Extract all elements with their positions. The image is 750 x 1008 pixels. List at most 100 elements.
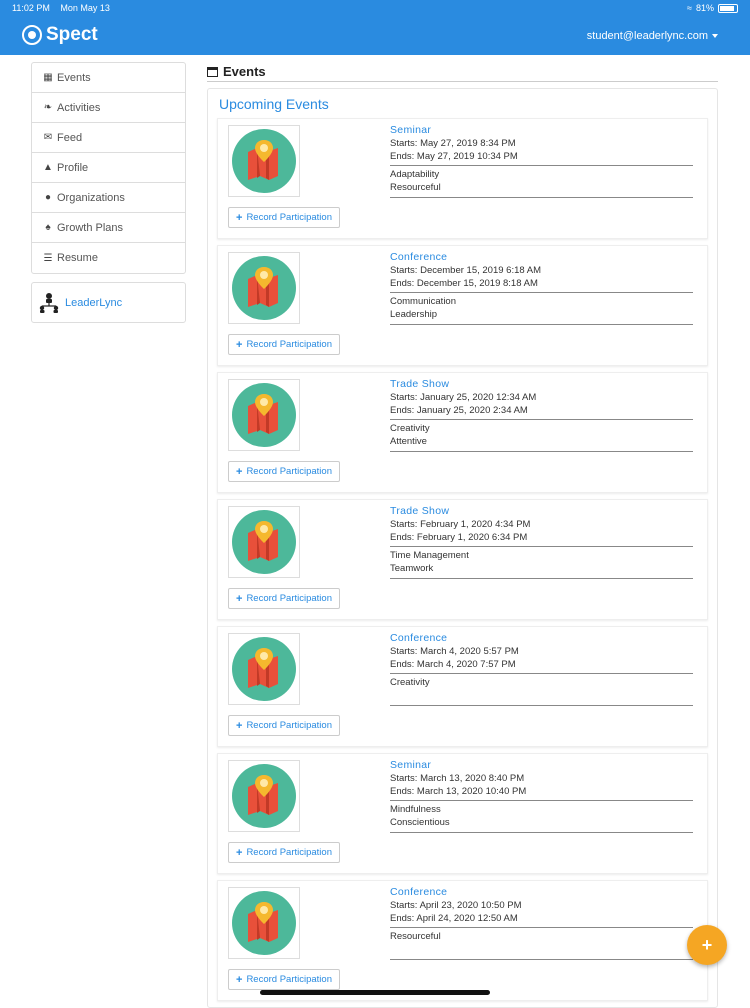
event-starts: Starts: May 27, 2019 8:34 PM bbox=[390, 138, 516, 149]
spect-logo-icon bbox=[22, 25, 42, 45]
event-thumbnail bbox=[228, 760, 300, 832]
home-indicator bbox=[260, 990, 490, 995]
event-info: Conference Starts: March 4, 2020 5:57 PM E… bbox=[390, 632, 693, 706]
event-map-icon bbox=[232, 256, 296, 320]
sidebar-item-growth-plans[interactable]: ♠ Growth Plans bbox=[32, 213, 185, 243]
event-map-icon bbox=[232, 637, 296, 701]
brand-name: Spect bbox=[46, 24, 98, 45]
event-type-link[interactable]: Trade Show bbox=[390, 378, 693, 391]
event-ends: Ends: April 24, 2020 12:50 AM bbox=[390, 913, 518, 924]
event-info: Seminar Starts: May 27, 2019 8:34 PM Ends:… bbox=[390, 124, 693, 198]
event-starts: Starts: March 4, 2020 5:57 PM bbox=[390, 646, 519, 657]
event-dates: Starts: March 4, 2020 5:57 PM Ends: March… bbox=[390, 645, 693, 674]
event-starts: Starts: February 1, 2020 4:34 PM bbox=[390, 519, 531, 530]
plus-icon: + bbox=[236, 719, 243, 732]
event-card: Trade Show Starts: February 1, 2020 4:34 … bbox=[217, 499, 708, 620]
skill-item: Attentive bbox=[390, 436, 427, 447]
sidebar-nav: ▦ Events ❧ Activities ✉ Feed ▲ Profile ● Organiza… bbox=[31, 62, 186, 274]
event-info: Conference Starts: April 23, 2020 10:50 P… bbox=[390, 886, 693, 960]
sidebar-item-profile[interactable]: ▲ Profile bbox=[32, 153, 185, 183]
top-bar: 11:02 PM Mon May 13 ≈ 81% Spect student@… bbox=[0, 0, 750, 55]
sidebar-org-leaderlync[interactable]: LeaderLync bbox=[31, 282, 186, 323]
event-ends: Ends: May 27, 2019 10:34 PM bbox=[390, 151, 518, 162]
org-label: LeaderLync bbox=[65, 296, 123, 309]
event-ends: Ends: December 15, 2019 8:18 AM bbox=[390, 278, 538, 289]
event-skills: Resourceful bbox=[390, 930, 693, 960]
event-type-link[interactable]: Seminar bbox=[390, 759, 693, 772]
event-type-link[interactable]: Trade Show bbox=[390, 505, 693, 518]
plus-icon: + bbox=[236, 211, 243, 224]
event-skills: Creativity Attentive bbox=[390, 422, 693, 452]
plus-icon: + bbox=[236, 846, 243, 859]
brand[interactable]: Spect bbox=[22, 24, 98, 46]
calendar-icon: ▦ bbox=[43, 72, 53, 83]
user-email: student@leaderlync.com bbox=[586, 30, 708, 42]
record-participation-button[interactable]: + Record Participation bbox=[228, 207, 340, 228]
event-type-link[interactable]: Conference bbox=[390, 632, 693, 645]
event-card: Conference Starts: December 15, 2019 6:18… bbox=[217, 245, 708, 366]
user-menu[interactable]: student@leaderlync.com bbox=[587, 30, 718, 42]
event-info: Conference Starts: December 15, 2019 6:18… bbox=[390, 251, 693, 325]
wifi-icon: ≈ bbox=[687, 3, 692, 13]
sidebar-item-resume[interactable]: ☰ Resume bbox=[32, 243, 185, 273]
status-time: 11:02 PM bbox=[12, 3, 50, 13]
event-starts: Starts: April 23, 2020 10:50 PM bbox=[390, 900, 522, 911]
plus-icon: + bbox=[236, 592, 243, 605]
event-starts: Starts: December 15, 2019 6:18 AM bbox=[390, 265, 542, 276]
skill-item: Conscientious bbox=[390, 817, 450, 828]
skill-item: Creativity bbox=[390, 423, 430, 434]
event-ends: Ends: March 4, 2020 7:57 PM bbox=[390, 659, 516, 670]
skill-item: Resourceful bbox=[390, 931, 441, 942]
battery-percent: 81% bbox=[695, 3, 714, 13]
record-participation-button[interactable]: + Record Participation bbox=[228, 461, 340, 482]
sidebar: ▦ Events ❧ Activities ✉ Feed ▲ Profile ● Organiza… bbox=[31, 62, 186, 323]
record-participation-button[interactable]: + Record Participation bbox=[228, 334, 340, 355]
event-card: Trade Show Starts: January 25, 2020 12:34… bbox=[217, 372, 708, 493]
event-starts: Starts: March 13, 2020 8:40 PM bbox=[390, 773, 525, 784]
add-fab-button[interactable]: + bbox=[687, 925, 727, 965]
event-thumbnail bbox=[228, 506, 300, 578]
record-participation-button[interactable]: + Record Participation bbox=[228, 969, 340, 990]
tree-icon: ♠ bbox=[45, 222, 51, 233]
record-participation-button[interactable]: + Record Participation bbox=[228, 588, 340, 609]
event-card: Seminar Starts: May 27, 2019 8:34 PM Ends:… bbox=[217, 118, 708, 239]
event-ends: Ends: January 25, 2020 2:34 AM bbox=[390, 405, 528, 416]
skill-item: Mindfulness bbox=[390, 804, 441, 815]
sidebar-item-feed[interactable]: ✉ Feed bbox=[32, 123, 185, 153]
sidebar-item-label: Profile bbox=[57, 161, 89, 174]
event-ends: Ends: March 13, 2020 10:40 PM bbox=[390, 786, 527, 797]
event-type-link[interactable]: Seminar bbox=[390, 124, 693, 137]
event-info: Trade Show Starts: February 1, 2020 4:34 … bbox=[390, 505, 693, 579]
event-dates: Starts: March 13, 2020 8:40 PM Ends: Marc… bbox=[390, 772, 693, 801]
calendar-icon bbox=[207, 66, 218, 77]
record-participation-button[interactable]: + Record Participation bbox=[228, 715, 340, 736]
record-participation-button[interactable]: + Record Participation bbox=[228, 842, 340, 863]
event-dates: Starts: December 15, 2019 6:18 AM Ends: D… bbox=[390, 264, 693, 293]
leaf-icon: ❧ bbox=[43, 102, 53, 113]
record-participation-label: Record Participation bbox=[246, 720, 332, 731]
sidebar-item-label: Activities bbox=[57, 101, 101, 114]
status-bar: 11:02 PM Mon May 13 bbox=[12, 3, 118, 13]
skill-item: Time Management bbox=[390, 550, 469, 561]
sidebar-item-events[interactable]: ▦ Events bbox=[32, 63, 185, 93]
event-map-icon bbox=[232, 510, 296, 574]
event-skills: Creativity bbox=[390, 676, 693, 706]
sidebar-item-organizations[interactable]: ● Organizations bbox=[32, 183, 185, 213]
plus-icon: + bbox=[236, 973, 243, 986]
record-participation-label: Record Participation bbox=[246, 593, 332, 604]
event-map-icon bbox=[232, 129, 296, 193]
sidebar-item-label: Growth Plans bbox=[57, 221, 124, 234]
sidebar-item-activities[interactable]: ❧ Activities bbox=[32, 93, 185, 123]
event-thumbnail bbox=[228, 379, 300, 451]
event-thumbnail bbox=[228, 887, 300, 959]
event-dates: Starts: February 1, 2020 4:34 PM Ends: Fe… bbox=[390, 518, 693, 547]
org-chart-icon bbox=[39, 292, 59, 313]
sidebar-item-label: Events bbox=[57, 71, 91, 84]
event-type-link[interactable]: Conference bbox=[390, 251, 693, 264]
event-dates: Starts: May 27, 2019 8:34 PM Ends: May 27… bbox=[390, 137, 693, 166]
event-thumbnail bbox=[228, 125, 300, 197]
status-date: Mon May 13 bbox=[60, 3, 110, 13]
event-type-link[interactable]: Conference bbox=[390, 886, 693, 899]
sidebar-item-label: Resume bbox=[57, 252, 98, 264]
page-title: Events bbox=[223, 64, 266, 79]
